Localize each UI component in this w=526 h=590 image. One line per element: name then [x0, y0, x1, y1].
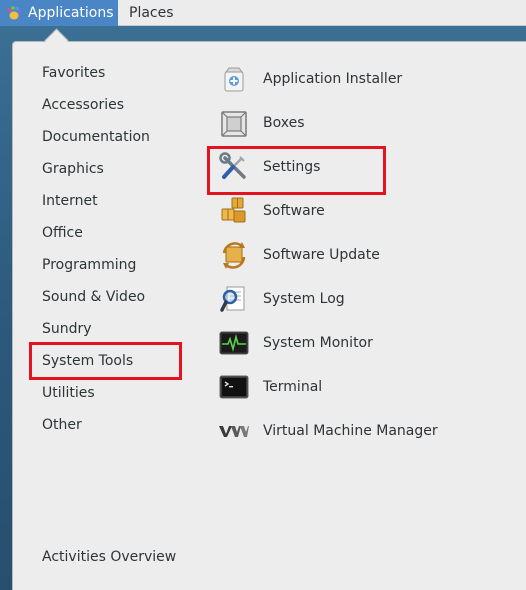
applications-label: Applications [28, 5, 114, 21]
app-application-installer[interactable]: Application Installer [218, 61, 518, 97]
category-accessories[interactable]: Accessories [42, 95, 124, 115]
app-system-log[interactable]: System Log [218, 281, 518, 317]
places-label: Places [129, 5, 174, 21]
category-sound-video[interactable]: Sound & Video [42, 287, 145, 307]
activities-overview-link[interactable]: Activities Overview [42, 547, 176, 567]
app-boxes[interactable]: Boxes [218, 105, 518, 141]
software-packages-icon [221, 197, 246, 223]
virt-manager-icon [219, 426, 249, 437]
system-monitor-icon [219, 331, 249, 355]
category-programming[interactable]: Programming [42, 255, 136, 275]
category-sundry[interactable]: Sundry [42, 319, 92, 339]
category-other[interactable]: Other [42, 415, 82, 435]
category-internet[interactable]: Internet [42, 191, 98, 211]
system-log-icon [220, 286, 245, 312]
category-office[interactable]: Office [42, 223, 83, 243]
app-virtual-machine-manager[interactable]: Virtual Machine Manager [218, 413, 518, 449]
app-label: Terminal [263, 379, 323, 395]
app-label: Boxes [263, 115, 305, 131]
gnome-foot-icon [7, 6, 22, 20]
software-update-icon [222, 242, 246, 269]
app-software-update[interactable]: Software Update [218, 237, 518, 273]
places-menu-button[interactable]: Places [118, 0, 184, 26]
app-system-monitor[interactable]: System Monitor [218, 325, 518, 361]
category-utilities[interactable]: Utilities [42, 383, 95, 403]
app-label: System Log [263, 291, 345, 307]
app-software[interactable]: Software [218, 193, 518, 229]
package-installer-icon [224, 67, 244, 92]
app-label: Application Installer [263, 71, 403, 87]
terminal-icon [219, 375, 249, 399]
app-label: Software [263, 203, 325, 219]
app-terminal[interactable]: Terminal [218, 369, 518, 405]
settings-highlight-box [207, 146, 386, 195]
category-documentation[interactable]: Documentation [42, 127, 150, 147]
applications-menu-button[interactable]: Applications [0, 0, 118, 26]
system-tools-highlight-box [29, 342, 182, 380]
app-label: Software Update [263, 247, 380, 263]
app-label: Virtual Machine Manager [263, 423, 438, 439]
app-label: System Monitor [263, 335, 373, 351]
category-graphics[interactable]: Graphics [42, 159, 104, 179]
category-favorites[interactable]: Favorites [42, 63, 105, 83]
top-bar: Applications Places [0, 0, 526, 26]
boxes-icon [221, 111, 247, 137]
